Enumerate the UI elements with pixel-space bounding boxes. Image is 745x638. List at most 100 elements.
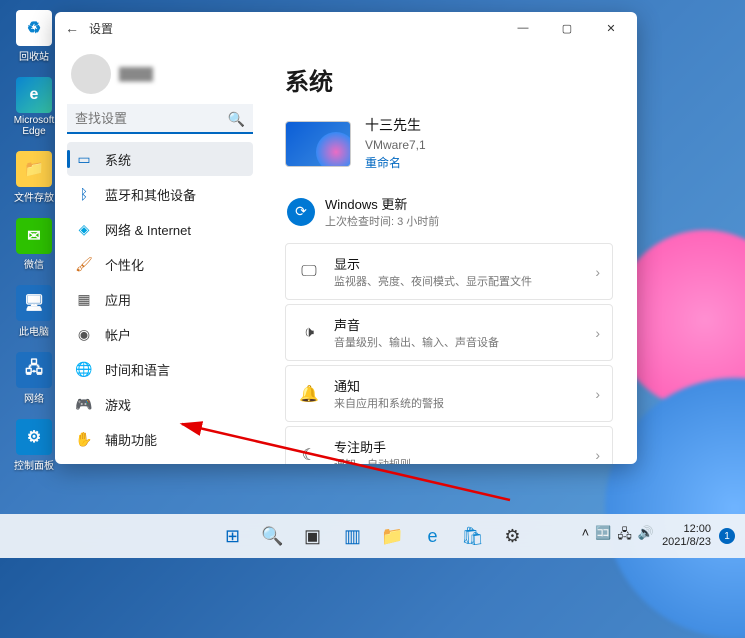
settings-card-3[interactable]: ☾ 专注助手 通知、自动规则 ›	[285, 426, 613, 464]
card-subtitle: 音量级别、输出、输入、声音设备	[334, 334, 581, 350]
user-header[interactable]: ████	[67, 50, 253, 104]
card-icon: 🕩	[298, 324, 320, 342]
desktop-icon-microsoft-edge[interactable]: e Microsoft Edge	[10, 77, 58, 137]
rename-link[interactable]: 重命名	[365, 154, 426, 172]
device-name: 十三先生	[365, 115, 426, 136]
sidebar-item-6[interactable]: 🌐 时间和语言	[67, 352, 253, 386]
nav: ▭ 系统ᛒ 蓝牙和其他设备◈ 网络 & Internet🖌 个性化▦ 应用◉ 帐…	[67, 142, 253, 464]
taskbar-widgets[interactable]: ▥	[335, 518, 371, 554]
taskbar: ⊞🔍▣▥📁e🛍⚙ ˄ 🈁 🖧 🔊 12:00 2021/8/23 1	[0, 514, 745, 558]
sidebar-item-9[interactable]: 🛡 隐私和安全性	[67, 457, 253, 464]
window-title: 设置	[89, 20, 113, 37]
desktop-icon-wechat[interactable]: ✉ 微信	[10, 218, 58, 271]
sidebar-item-4[interactable]: ▦ 应用	[67, 282, 253, 316]
volume-icon[interactable]: 🔊	[638, 525, 654, 547]
titlebar: ← 设置 — ▢ ✕	[55, 12, 637, 44]
sidebar-item-2[interactable]: ◈ 网络 & Internet	[67, 212, 253, 246]
card-title: 专注助手	[334, 437, 581, 456]
taskbar-settings[interactable]: ⚙	[495, 518, 531, 554]
desktop-icon-this-pc[interactable]: 🖥 此电脑	[10, 285, 58, 338]
desktop-icon-label: 网络	[24, 390, 44, 405]
desktop-icon-file-storage[interactable]: 📁 文件存放	[10, 151, 58, 204]
maximize-button[interactable]: ▢	[545, 12, 589, 44]
sidebar-item-label: 辅助功能	[105, 430, 157, 449]
sidebar-item-label: 网络 & Internet	[105, 220, 191, 239]
sidebar-item-7[interactable]: 🎮 游戏	[67, 387, 253, 421]
desktop-icon-recycle-bin[interactable]: ♻ 回收站	[10, 10, 58, 63]
sidebar-item-1[interactable]: ᛒ 蓝牙和其他设备	[67, 177, 253, 211]
windows-update-row[interactable]: ⟳ Windows 更新 上次检查时间: 3 小时前	[285, 188, 613, 243]
content-pane: 系统 十三先生 VMware7,1 重命名 ⟳ Windows 更新 上次检查时…	[265, 44, 637, 464]
desktop-icon-network[interactable]: 🖧 网络	[10, 352, 58, 405]
search-icon: 🔍	[228, 111, 245, 128]
minimize-button[interactable]: —	[501, 12, 545, 44]
update-title: Windows 更新	[325, 194, 439, 213]
clock[interactable]: 12:00 2021/8/23	[662, 523, 711, 549]
desktop-icon-control-panel[interactable]: ⚙ 控制面板	[10, 419, 58, 472]
nav-icon: 🌐	[75, 360, 93, 378]
device-model: VMware7,1	[365, 136, 426, 154]
file-storage-icon: 📁	[16, 151, 52, 187]
desktop-icon-label: 微信	[24, 256, 44, 271]
nav-icon: ᛒ	[75, 185, 93, 203]
taskbar-search[interactable]: 🔍	[255, 518, 291, 554]
ime-icon[interactable]: 🈁	[595, 525, 611, 547]
sidebar-item-8[interactable]: ✋ 辅助功能	[67, 422, 253, 456]
sidebar-item-3[interactable]: 🖌 个性化	[67, 247, 253, 281]
taskbar-center: ⊞🔍▣▥📁e🛍⚙	[215, 518, 531, 554]
search-box: 🔍	[67, 104, 253, 134]
chevron-right-icon: ›	[595, 325, 600, 341]
nav-icon: ▭	[75, 150, 93, 168]
taskbar-explorer[interactable]: 📁	[375, 518, 411, 554]
nav-icon: 🎮	[75, 395, 93, 413]
nav-icon: ◈	[75, 220, 93, 238]
tray-overflow-icon[interactable]: ˄	[582, 525, 590, 547]
sidebar-item-label: 个性化	[105, 255, 144, 274]
settings-card-0[interactable]: 🖵 显示 监视器、亮度、夜间模式、显示配置文件 ›	[285, 243, 613, 300]
nav-icon: ▦	[75, 290, 93, 308]
avatar	[71, 54, 111, 94]
wechat-icon: ✉	[16, 218, 52, 254]
close-button[interactable]: ✕	[589, 12, 633, 44]
user-name: ████	[119, 67, 153, 81]
taskbar-task-view[interactable]: ▣	[295, 518, 331, 554]
card-subtitle: 来自应用和系统的警报	[334, 395, 581, 411]
search-input[interactable]	[67, 104, 253, 134]
nav-icon: 🖌	[75, 255, 93, 273]
taskbar-edge[interactable]: e	[415, 518, 451, 554]
taskbar-store[interactable]: 🛍	[455, 518, 491, 554]
card-icon: ☾	[298, 445, 320, 465]
card-subtitle: 监视器、亮度、夜间模式、显示配置文件	[334, 273, 581, 289]
notification-badge[interactable]: 1	[719, 528, 735, 544]
desktop-icon-label: 文件存放	[14, 189, 54, 204]
settings-card-1[interactable]: 🕩 声音 音量级别、输出、输入、声音设备 ›	[285, 304, 613, 361]
device-info-row: 十三先生 VMware7,1 重命名	[285, 115, 613, 172]
sidebar-item-0[interactable]: ▭ 系统	[67, 142, 253, 176]
desktop-icons: ♻ 回收站 e Microsoft Edge 📁 文件存放 ✉ 微信 🖥 此电脑 🖧 网络…	[10, 10, 58, 472]
recycle-bin-icon: ♻	[16, 10, 52, 46]
chevron-right-icon: ›	[595, 386, 600, 402]
back-button[interactable]: ←	[65, 20, 85, 36]
taskbar-start[interactable]: ⊞	[215, 518, 251, 554]
card-subtitle: 通知、自动规则	[334, 456, 581, 464]
sidebar-item-label: 应用	[105, 290, 131, 309]
settings-card-2[interactable]: 🔔 通知 来自应用和系统的警报 ›	[285, 365, 613, 422]
network-icon: 🖧	[16, 352, 52, 388]
sidebar-item-label: 时间和语言	[105, 360, 170, 379]
sidebar-item-label: 帐户	[105, 325, 131, 344]
desktop-icon-label: 此电脑	[19, 323, 49, 338]
card-title: 显示	[334, 254, 581, 273]
settings-window: ← 设置 — ▢ ✕ ████ 🔍 ▭ 系统ᛒ 蓝牙和其他设备◈ 网络 & In…	[55, 12, 637, 464]
network-icon[interactable]: 🖧	[617, 525, 632, 547]
nav-icon: ✋	[75, 430, 93, 448]
chevron-right-icon: ›	[595, 264, 600, 280]
sidebar-item-5[interactable]: ◉ 帐户	[67, 317, 253, 351]
chevron-right-icon: ›	[595, 447, 600, 463]
clock-date: 2021/8/23	[662, 536, 711, 549]
page-heading: 系统	[285, 62, 613, 97]
settings-category-list: 🖵 显示 监视器、亮度、夜间模式、显示配置文件 ›🕩 声音 音量级别、输出、输入…	[285, 243, 613, 464]
control-panel-icon: ⚙	[16, 419, 52, 455]
update-icon: ⟳	[287, 198, 315, 226]
taskbar-tray: ˄ 🈁 🖧 🔊 12:00 2021/8/23 1	[582, 523, 745, 549]
nav-icon: ◉	[75, 325, 93, 343]
